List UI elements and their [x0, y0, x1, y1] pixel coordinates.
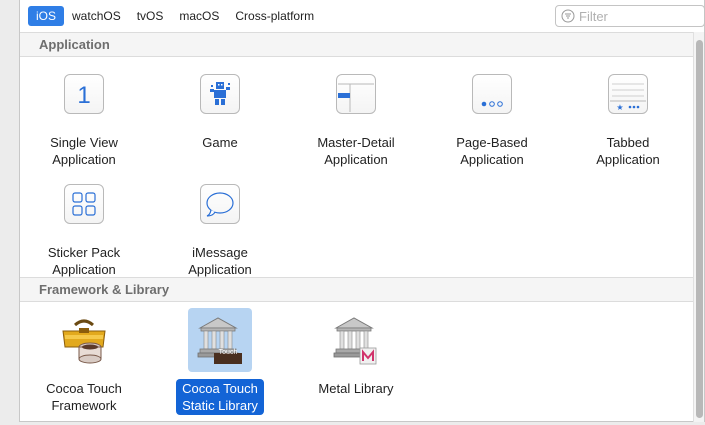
tab-cross-platform[interactable]: Cross-platform — [227, 6, 322, 26]
template-master-detail[interactable]: Master-Detail Application — [292, 62, 420, 169]
template-label: Cocoa Touch Framework — [46, 381, 122, 413]
template-list: Application 1 Single View Application Ga… — [19, 32, 693, 422]
imessage-icon — [188, 172, 252, 236]
filter-field[interactable] — [555, 5, 705, 27]
template-label: Page-Based Application — [456, 135, 528, 167]
template-label: Single View Application — [50, 135, 118, 167]
svg-text:1: 1 — [77, 82, 90, 109]
template-metal-library[interactable]: Metal Library — [292, 308, 420, 398]
template-imessage[interactable]: iMessage Application — [156, 172, 284, 279]
platform-toolbar: iOS watchOS tvOS macOS Cross-platform — [19, 0, 705, 32]
game-icon — [188, 62, 252, 126]
platform-tabs: iOS watchOS tvOS macOS Cross-platform — [28, 6, 322, 26]
template-tabbed[interactable]: ★ Tabbed Application — [564, 62, 692, 169]
template-game[interactable]: Game — [156, 62, 284, 152]
single-view-icon: 1 — [52, 62, 116, 126]
template-label: iMessage Application — [188, 245, 252, 277]
tabbed-icon: ★ — [596, 62, 660, 126]
toolbox-icon — [52, 308, 116, 372]
tab-ios[interactable]: iOS — [28, 6, 65, 26]
template-cocoa-touch-static-library[interactable]: Cocoa Touch Static Library — [156, 308, 284, 415]
template-label: Game — [202, 135, 238, 150]
template-label: Sticker Pack Application — [47, 245, 121, 277]
template-label: Tabbed Application — [596, 135, 660, 167]
template-page-based[interactable]: Page-Based Application — [428, 62, 556, 169]
master-detail-icon — [324, 62, 388, 126]
filter-icon — [560, 8, 576, 24]
touch-badge: Touch — [218, 349, 238, 356]
section-header-framework-library: Framework & Library — [20, 277, 693, 302]
svg-text:★: ★ — [616, 103, 623, 112]
metal-library-icon — [324, 308, 388, 372]
template-cocoa-touch-framework[interactable]: Cocoa Touch Framework — [20, 308, 148, 415]
filter-input[interactable] — [579, 8, 699, 24]
library-building-icon — [188, 308, 252, 372]
tab-watchos[interactable]: watchOS — [64, 6, 129, 26]
page-based-icon — [460, 62, 524, 126]
vertical-scrollbar[interactable] — [693, 32, 705, 422]
tab-macos[interactable]: macOS — [171, 6, 227, 26]
template-label: Master-Detail Application — [317, 135, 395, 167]
template-label: Metal Library — [318, 381, 394, 396]
sticker-pack-icon — [52, 172, 116, 236]
template-sticker-pack[interactable]: Sticker Pack Application — [20, 172, 148, 279]
template-label: Cocoa Touch Static Library — [176, 379, 264, 415]
section-header-application: Application — [20, 32, 693, 57]
tab-tvos[interactable]: tvOS — [129, 6, 172, 26]
scrollbar-thumb[interactable] — [696, 40, 703, 418]
template-single-view[interactable]: 1 Single View Application — [20, 62, 148, 169]
